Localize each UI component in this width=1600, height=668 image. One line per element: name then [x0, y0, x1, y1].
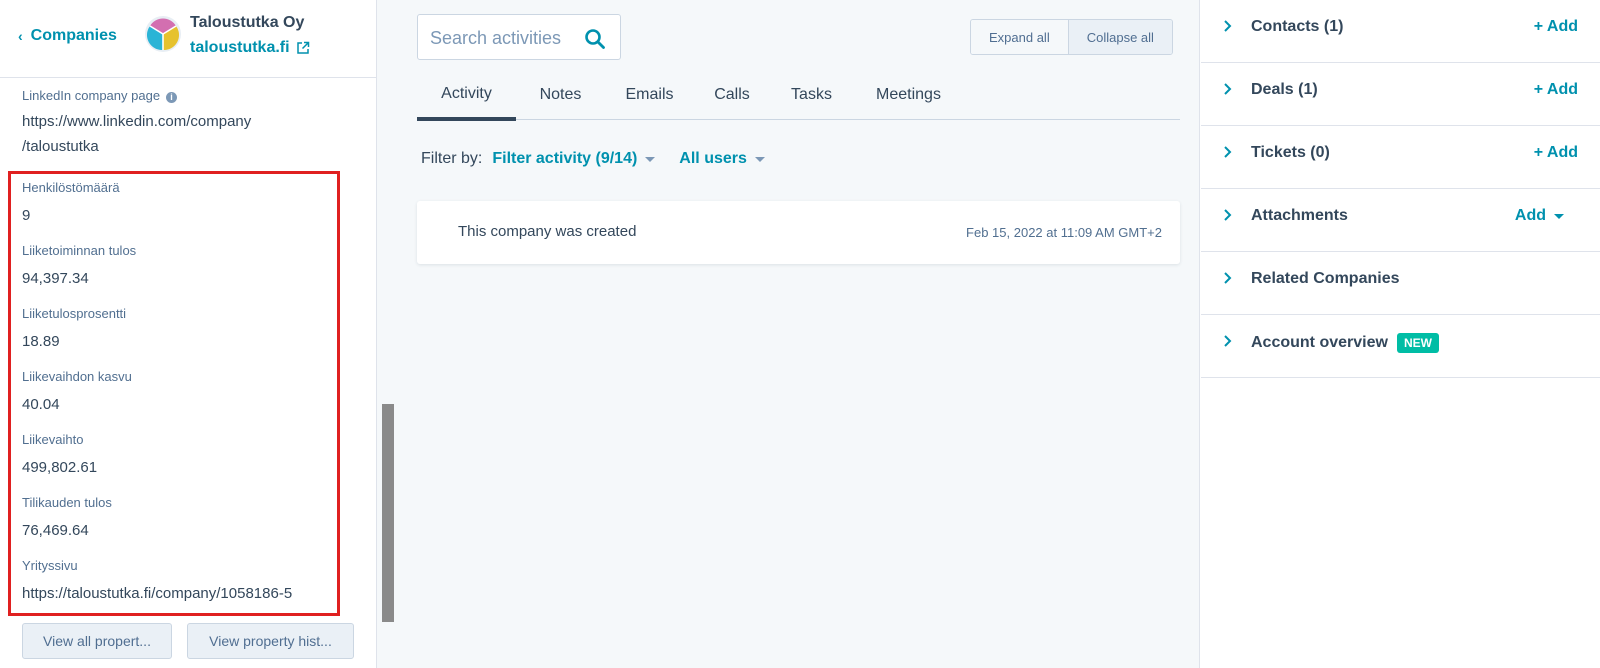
chevron-right-icon — [1224, 335, 1232, 347]
tab-meetings[interactable]: Meetings — [853, 70, 964, 120]
card-related-companies[interactable]: Related Companies — [1201, 252, 1600, 315]
chevron-right-icon — [1224, 146, 1232, 158]
property-value-line: /taloustutka — [22, 138, 99, 155]
chevron-right-icon — [1224, 83, 1232, 95]
info-icon[interactable]: i — [166, 92, 178, 103]
card-title: Attachments — [1251, 207, 1348, 224]
associations-panel: Contacts (1) + Add Deals (1) + Add Ticke… — [1201, 0, 1600, 668]
left-panel-scrollbar-thumb[interactable] — [382, 404, 394, 622]
back-to-companies-link[interactable]: ‹ Companies — [18, 27, 117, 45]
chevron-right-icon — [1224, 272, 1232, 284]
card-attachments[interactable]: Attachments Add — [1201, 189, 1600, 252]
caret-down-icon — [645, 156, 656, 162]
card-contacts[interactable]: Contacts (1) + Add — [1201, 0, 1600, 63]
add-deal-button[interactable]: + Add — [1534, 81, 1578, 99]
filter-row: Filter by: Filter activity (9/14) All us… — [421, 150, 765, 168]
card-tickets[interactable]: Tickets (0) + Add — [1201, 126, 1600, 189]
activity-card[interactable]: This company was created Feb 15, 2022 at… — [417, 201, 1180, 264]
tab-emails[interactable]: Emails — [605, 70, 694, 120]
company-domain-link[interactable]: taloustutka.fi — [190, 39, 310, 57]
collapse-all-button[interactable]: Collapse all — [1067, 20, 1172, 54]
left-panel: ‹ Companies Taloustutka Oy taloustutka.f… — [0, 0, 377, 668]
chevron-right-icon — [1224, 209, 1232, 221]
card-account-overview[interactable]: Account overview NEW — [1201, 315, 1600, 378]
search-activities-input[interactable] — [430, 26, 580, 50]
add-attachment-dropdown[interactable]: Add — [1515, 207, 1564, 225]
all-users-label: All users — [679, 150, 747, 167]
filter-label: Filter by: — [421, 150, 483, 167]
caret-down-icon — [1554, 213, 1564, 219]
view-all-properties-button[interactable]: View all propert... — [22, 623, 172, 659]
view-property-history-button[interactable]: View property hist... — [187, 623, 354, 659]
expand-all-button[interactable]: Expand all — [971, 20, 1068, 54]
tab-calls[interactable]: Calls — [694, 70, 770, 120]
activity-timestamp: Feb 15, 2022 at 11:09 AM GMT+2 — [966, 225, 1162, 240]
company-logo — [145, 16, 181, 52]
tab-tasks[interactable]: Tasks — [770, 70, 853, 120]
property-label: LinkedIn company page — [22, 88, 161, 103]
highlight-box — [8, 171, 340, 616]
chevron-right-icon — [1224, 20, 1232, 32]
chevron-left-icon: ‹ — [18, 28, 23, 44]
external-link-icon — [296, 41, 309, 54]
card-title: Contacts (1) — [1251, 18, 1344, 35]
company-name: Taloustutka Oy — [190, 14, 305, 31]
property-linkedin: LinkedIn company page i https://www.linke… — [22, 88, 251, 159]
add-contact-button[interactable]: + Add — [1534, 18, 1578, 36]
company-domain-label: taloustutka.fi — [190, 39, 290, 56]
new-badge: NEW — [1396, 333, 1439, 353]
filter-activity-label: Filter activity (9/14) — [492, 150, 638, 167]
all-users-dropdown[interactable]: All users — [679, 150, 765, 168]
add-ticket-button[interactable]: + Add — [1534, 144, 1578, 162]
tab-activity[interactable]: Activity — [417, 70, 516, 121]
filter-activity-dropdown[interactable]: Filter activity (9/14) — [492, 150, 656, 168]
expand-collapse-group: Expand all Collapse all — [970, 19, 1173, 55]
card-deals[interactable]: Deals (1) + Add — [1201, 63, 1600, 126]
card-title: Account overview — [1251, 334, 1388, 351]
caret-down-icon — [754, 156, 765, 162]
activity-text: This company was created — [458, 223, 637, 240]
activity-tabs: Activity Notes Emails Calls Tasks Meetin… — [417, 70, 1180, 121]
back-link-label: Companies — [30, 27, 117, 44]
search-activities-box — [417, 14, 621, 60]
property-value[interactable]: https://www.linkedin.com/company /talous… — [22, 109, 251, 159]
tab-notes[interactable]: Notes — [516, 70, 605, 120]
card-title: Tickets (0) — [1251, 144, 1330, 161]
record-header: ‹ Companies Taloustutka Oy taloustutka.f… — [0, 0, 376, 78]
add-attachment-label: Add — [1514, 207, 1546, 224]
card-title: Related Companies — [1251, 270, 1400, 287]
property-value-line: https://www.linkedin.com/company — [22, 113, 252, 130]
activity-panel: Expand all Collapse all Activity Notes E… — [399, 0, 1200, 668]
search-icon[interactable] — [584, 28, 606, 50]
card-title: Deals (1) — [1251, 81, 1318, 98]
